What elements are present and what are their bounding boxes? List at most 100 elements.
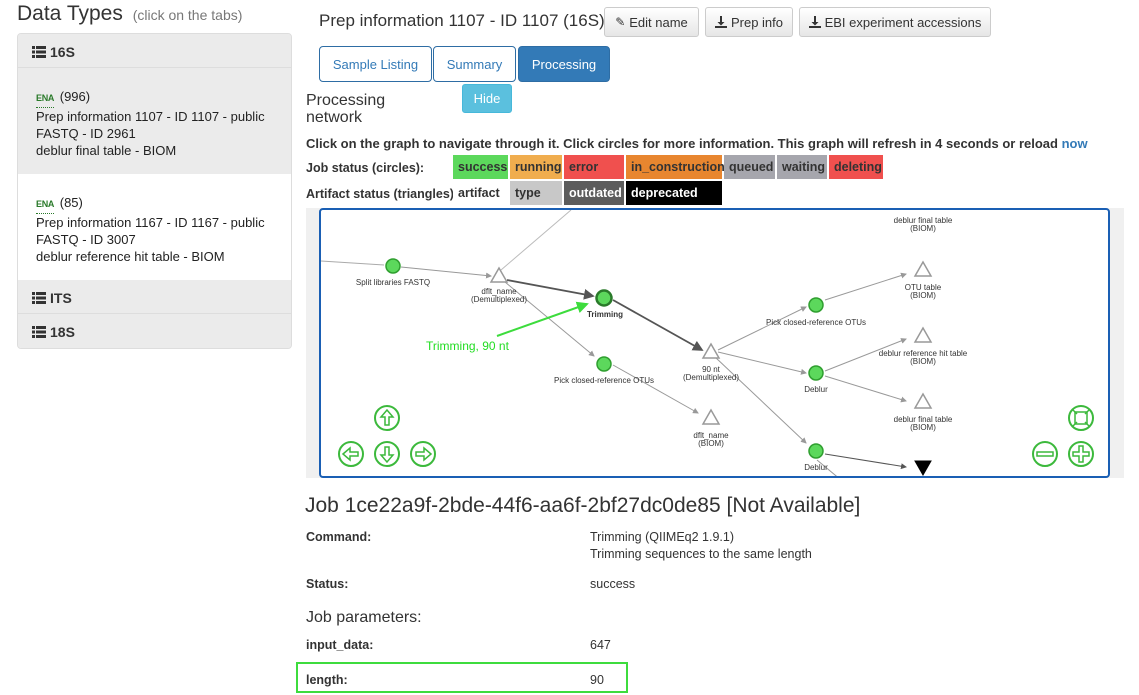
download-icon <box>808 16 821 28</box>
edit-name-label: Edit name <box>629 14 688 30</box>
job-status-deleting: deleting <box>829 155 883 179</box>
data-type-tab-18s[interactable]: 18S <box>18 314 291 348</box>
list-icon <box>32 292 46 304</box>
prep-title: Prep information 1107 - ID 1107 (16S) <box>319 11 605 30</box>
artifact-status-type: type <box>510 181 562 205</box>
prep-item-1107[interactable]: ENA (996) Prep information 1107 - ID 110… <box>18 68 291 174</box>
graph-canvas: Split libraries FASTQ dflt_name (Demulti… <box>321 210 1094 476</box>
job-status-waiting: waiting <box>777 155 827 179</box>
node-label: (BIOM) <box>698 439 724 448</box>
job-node-split-libraries[interactable] <box>385 258 401 274</box>
prep-info-button[interactable]: Prep info <box>705 7 793 37</box>
job-node-trimming[interactable] <box>595 289 613 307</box>
prep-artifact: FASTQ - ID 2961 <box>36 126 136 141</box>
job-status-error: error <box>564 155 624 179</box>
node-label: Split libraries FASTQ <box>356 278 430 287</box>
data-type-tab-16s[interactable]: 16S <box>18 34 291 68</box>
graph-info-message: Click on the graph to navigate through i… <box>306 136 1058 151</box>
list-icon <box>32 46 46 58</box>
ebi-accessions-label: EBI experiment accessions <box>824 14 982 30</box>
annotation-text: Trimming, 90 nt <box>426 339 510 353</box>
artifact-node-dflt-demux[interactable] <box>489 266 509 283</box>
data-type-tab-its[interactable]: ITS <box>18 280 291 314</box>
prep-artifact: FASTQ - ID 3007 <box>36 232 136 247</box>
job-status-running: running <box>510 155 562 179</box>
node-label: (BIOM) <box>910 291 936 300</box>
param-key-length: length: <box>306 673 348 687</box>
artifact-status-artifact: artifact <box>453 181 508 205</box>
prep-item-1167[interactable]: ENA (85) Prep information 1167 - ID 1167… <box>18 174 291 280</box>
artifact-status-outdated: outdated <box>564 181 624 205</box>
job-title: Job 1ce22a9f-2bde-44f6-aa6f-2bf27dc0de85… <box>305 494 861 517</box>
command-label: Command: <box>306 530 372 544</box>
ena-logo-icon: ENA <box>36 90 54 108</box>
ebi-accessions-button[interactable]: EBI experiment accessions <box>799 7 991 37</box>
processing-network-title: Processing network <box>306 92 386 126</box>
graph-edges <box>321 210 907 476</box>
command-description: Trimming sequences to the same length <box>590 547 812 561</box>
tab-processing[interactable]: Processing <box>518 46 610 82</box>
download-icon <box>714 16 727 28</box>
job-node-pick-otus-2[interactable] <box>808 297 824 313</box>
zoom-out-icon[interactable] <box>1032 441 1058 467</box>
artifact-node-otu-table[interactable] <box>913 260 933 277</box>
job-node-deblur-2[interactable] <box>808 443 824 459</box>
pan-up-icon[interactable] <box>374 405 400 431</box>
pan-left-icon[interactable] <box>338 441 364 467</box>
graph-info-text: Click on the graph to navigate through i… <box>306 136 1088 151</box>
job-status-in-construction: in_construction <box>626 155 725 179</box>
artifact-status-deprecated: deprecated <box>626 181 722 205</box>
artifact-node-dflt-biom[interactable] <box>701 408 721 425</box>
job-status-success: success <box>453 155 508 179</box>
node-label: Pick closed-reference OTUs <box>766 318 866 327</box>
command-value: Trimming (QIIMEq2 1.9.1) <box>590 530 735 544</box>
data-type-label: ITS <box>50 290 72 306</box>
prep-sample-count: (85) <box>59 195 83 210</box>
edit-name-button[interactable]: ✎ Edit name <box>604 7 699 37</box>
data-type-label: 18S <box>50 324 75 340</box>
ena-logo-icon: ENA <box>36 196 54 214</box>
job-status-queued: queued <box>724 155 775 179</box>
pencil-icon: ✎ <box>615 15 626 29</box>
job-node-pick-otus-1[interactable] <box>596 356 612 372</box>
node-label: (BIOM) <box>910 423 936 432</box>
list-icon <box>32 326 46 338</box>
artifact-node-ref-hit-table[interactable] <box>913 326 933 343</box>
reload-now-link[interactable]: now <box>1062 136 1088 151</box>
status-value: success <box>590 577 636 591</box>
zoom-fit-icon[interactable] <box>1068 405 1094 431</box>
artifact-node-90nt[interactable] <box>701 342 721 359</box>
tab-summary[interactable]: Summary <box>433 46 516 82</box>
prep-final-artifact: deblur reference hit table - BIOM <box>36 249 225 264</box>
annotation-arrow <box>496 301 589 337</box>
artifact-node-final-table[interactable] <box>913 392 933 409</box>
data-types-title: Data Types (click on the tabs) <box>17 2 242 26</box>
prep-name: Prep information 1107 - ID 1107 - public <box>36 109 265 124</box>
param-value-length: 90 <box>590 673 604 687</box>
artifact-status-label: Artifact status (triangles): <box>306 187 459 201</box>
node-label: Pick closed-reference OTUs <box>554 376 654 385</box>
job-status-label: Job status (circles): <box>306 161 425 175</box>
prep-final-artifact: deblur final table - BIOM <box>36 143 177 158</box>
node-label: Deblur <box>804 463 828 472</box>
node-label: (BIOM) <box>910 357 936 366</box>
node-label: Trimming <box>587 310 623 319</box>
artifact-node-deprecated[interactable] <box>914 460 932 476</box>
param-value-input-data: 647 <box>590 638 611 652</box>
data-types-panel: 16S ENA (996) Prep information 1107 - ID… <box>17 33 292 349</box>
param-key-input-data: input_data: <box>306 638 374 652</box>
node-label: Deblur <box>804 385 828 394</box>
prep-name: Prep information 1167 - ID 1167 - public <box>36 215 265 230</box>
pan-right-icon[interactable] <box>410 441 436 467</box>
data-type-label: 16S <box>50 44 75 60</box>
node-label: (BIOM) <box>910 224 936 233</box>
node-label: (Demultiplexed) <box>471 295 527 304</box>
prep-sample-count: (996) <box>59 89 91 104</box>
hide-button[interactable]: Hide <box>462 84 512 113</box>
tab-sample-listing[interactable]: Sample Listing <box>319 46 432 82</box>
processing-graph[interactable]: Split libraries FASTQ dflt_name (Demulti… <box>319 208 1110 478</box>
job-node-deblur-1[interactable] <box>808 365 824 381</box>
zoom-in-icon[interactable] <box>1068 441 1094 467</box>
pan-down-icon[interactable] <box>374 441 400 467</box>
status-label: Status: <box>306 577 349 591</box>
